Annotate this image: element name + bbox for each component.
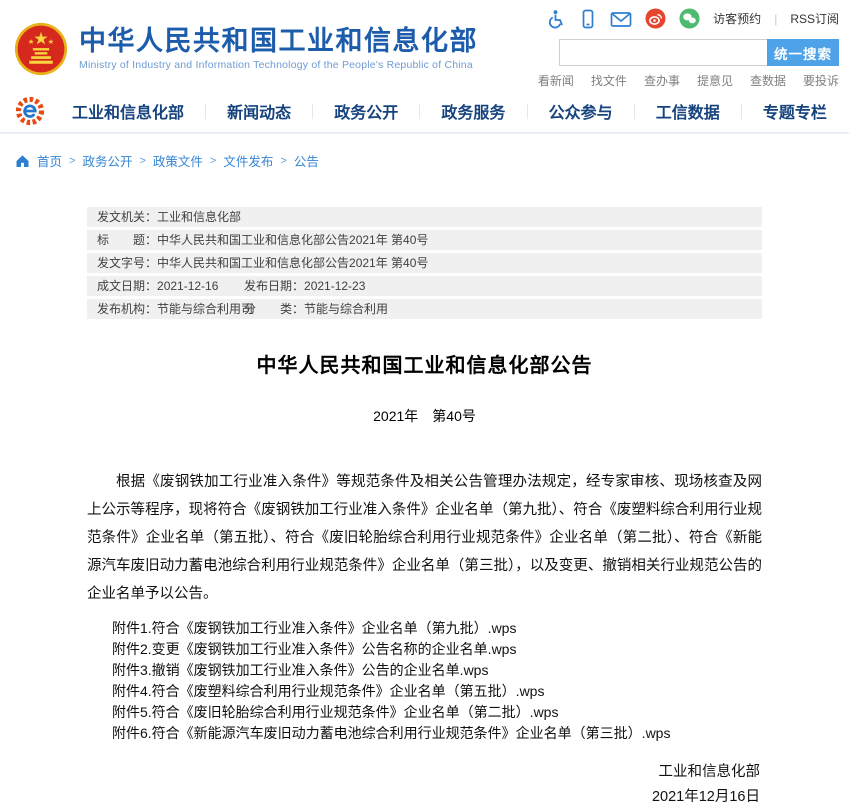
nav-item-special-topics[interactable]: 专题专栏 [763,99,827,123]
nav-divider [634,104,635,119]
nav-divider [527,104,528,119]
meta-label: 发布日期： [244,276,304,296]
breadcrumb-home[interactable]: 首页 [37,151,62,170]
attachment-link-1[interactable]: 附件1.符合《废钢铁加工行业准入条件》企业名单（第九批）.wps [112,618,762,639]
attachment-link-2[interactable]: 附件2.变更《废钢铁加工行业准入条件》公告名称的企业名单.wps [112,639,762,660]
announcement-body: 根据《废钢铁加工行业准入条件》等规范条件及相关公告管理办法规定，经专家审核、现场… [87,468,762,608]
gear-logo-icon[interactable] [14,95,46,127]
nav-item-public-participation[interactable]: 公众参与 [549,99,613,123]
nav-divider [205,104,206,119]
nav-item-gov-services[interactable]: 政务服务 [441,99,505,123]
meta-group-publish-date: 发布日期： 2021-12-23 [244,276,365,296]
quick-link-data[interactable]: 查数据 [750,72,786,89]
search-button[interactable]: 统一搜索 [767,39,839,66]
breadcrumb-separator: > [280,155,286,167]
meta-group-publish-agency: 发布机构： 节能与综合利用司 [97,299,244,319]
breadcrumb-separator: > [139,155,145,167]
nav-divider [419,104,420,119]
search-bar: 统一搜索 [559,39,839,66]
mail-icon[interactable] [610,9,632,29]
home-icon[interactable] [15,154,30,168]
header-utility-bar: 访客预约 | RSS订阅 [546,8,839,29]
meta-group-category: 分 类： 节能与综合利用 [244,299,388,319]
quick-link-feedback[interactable]: 提意见 [697,72,733,89]
top-links-divider: | [774,12,777,26]
meta-row-title: 标 题： 中华人民共和国工业和信息化部公告2021年 第40号 [87,230,762,250]
wechat-icon[interactable] [679,8,700,29]
breadcrumb-announcement[interactable]: 公告 [294,151,319,170]
quick-link-services[interactable]: 查办事 [644,72,680,89]
signature-block: 工业和信息化部 2021年12月16日 [87,760,762,810]
meta-label: 发布机构： [97,299,157,319]
announcement-title: 中华人民共和国工业和信息化部公告 [87,349,762,378]
visitor-appointment-link[interactable]: 访客预约 [713,10,761,27]
quick-link-news[interactable]: 看新闻 [538,72,574,89]
meta-value: 2021-12-23 [304,276,365,296]
nav-divider [312,104,313,119]
breadcrumb-separator: > [210,155,216,167]
attachment-link-5[interactable]: 附件5.符合《废旧轮胎综合利用行业规范条件》企业名单（第二批）.wps [112,702,762,723]
breadcrumb-policy-files[interactable]: 政策文件 [153,151,203,170]
sign-date: 2021年12月16日 [87,785,760,810]
meta-label: 分 类： [244,299,304,319]
document-content: 发文机关： 工业和信息化部 标 题： 中华人民共和国工业和信息化部公告2021年… [87,207,762,810]
attachment-list: 附件1.符合《废钢铁加工行业准入条件》企业名单（第九批）.wps 附件2.变更《… [87,618,762,744]
meta-label: 成文日期： [97,276,157,296]
signer-name: 工业和信息化部 [87,760,760,785]
meta-row-issuing-agency: 发文机关： 工业和信息化部 [87,207,762,227]
attachment-link-3[interactable]: 附件3.撤销《废钢铁加工行业准入条件》公告的企业名单.wps [112,660,762,681]
meta-row-document-number: 发文字号： 中华人民共和国工业和信息化部公告2021年 第40号 [87,253,762,273]
meta-row-dates: 成文日期： 2021-12-16 发布日期： 2021-12-23 [87,276,762,296]
attachment-link-6[interactable]: 附件6.符合《新能源汽车废旧动力蓄电池综合利用行业规范条件》企业名单（第三批）.… [112,723,762,744]
nav-item-data[interactable]: 工信数据 [656,99,720,123]
meta-label: 标 题： [97,230,157,250]
meta-value: 中华人民共和国工业和信息化部公告2021年 第40号 [157,253,428,273]
nav-item-gov-disclosure[interactable]: 政务公开 [334,99,398,123]
nav-items: 工业和信息化部 新闻动态 政务公开 政务服务 公众参与 工信数据 专题专栏 [72,99,827,123]
meta-group-written-date: 成文日期： 2021-12-16 [97,276,244,296]
breadcrumb-gov-disclosure[interactable]: 政务公开 [82,151,132,170]
quick-link-files[interactable]: 找文件 [591,72,627,89]
breadcrumb-separator: > [69,155,75,167]
breadcrumb-file-release[interactable]: 文件发布 [223,151,273,170]
announcement-number: 2021年 第40号 [87,406,762,426]
meta-label: 发文机关： [97,207,157,227]
meta-value: 2021-12-16 [157,276,218,296]
nav-item-ministry[interactable]: 工业和信息化部 [72,99,184,123]
meta-label: 发文字号： [97,253,157,273]
meta-value: 工业和信息化部 [157,207,241,227]
main-nav: 工业和信息化部 新闻动态 政务公开 政务服务 公众参与 工信数据 专题专栏 [0,90,849,134]
site-logo-link[interactable]: 中华人民共和国工业和信息化部 Ministry of Industry and … [14,22,478,76]
site-subtitle: Ministry of Industry and Information Tec… [79,59,478,71]
search-input[interactable] [559,39,767,66]
meta-row-agency-category: 发布机构： 节能与综合利用司 分 类： 节能与综合利用 [87,299,762,319]
nav-item-news[interactable]: 新闻动态 [227,99,291,123]
site-title: 中华人民共和国工业和信息化部 [79,27,478,57]
quick-link-complaint[interactable]: 要投诉 [803,72,839,89]
mobile-icon[interactable] [579,9,597,29]
attachment-link-4[interactable]: 附件4.符合《废塑料综合利用行业规范条件》企业名单（第五批）.wps [112,681,762,702]
nav-divider [741,104,742,119]
national-emblem-icon [14,22,68,76]
meta-value: 中华人民共和国工业和信息化部公告2021年 第40号 [157,230,428,250]
meta-value: 节能与综合利用 [304,299,388,319]
site-title-block: 中华人民共和国工业和信息化部 Ministry of Industry and … [79,27,478,72]
site-header: 中华人民共和国工业和信息化部 Ministry of Industry and … [0,0,849,90]
accessibility-icon[interactable] [546,9,566,29]
weibo-icon[interactable] [645,8,666,29]
breadcrumb: 首页 > 政务公开 > 政策文件 > 文件发布 > 公告 [0,134,849,170]
rss-link[interactable]: RSS订阅 [790,10,839,27]
meta-value: 节能与综合利用司 [157,299,253,319]
quick-links: 看新闻 找文件 查办事 提意见 查数据 要投诉 [538,72,839,89]
